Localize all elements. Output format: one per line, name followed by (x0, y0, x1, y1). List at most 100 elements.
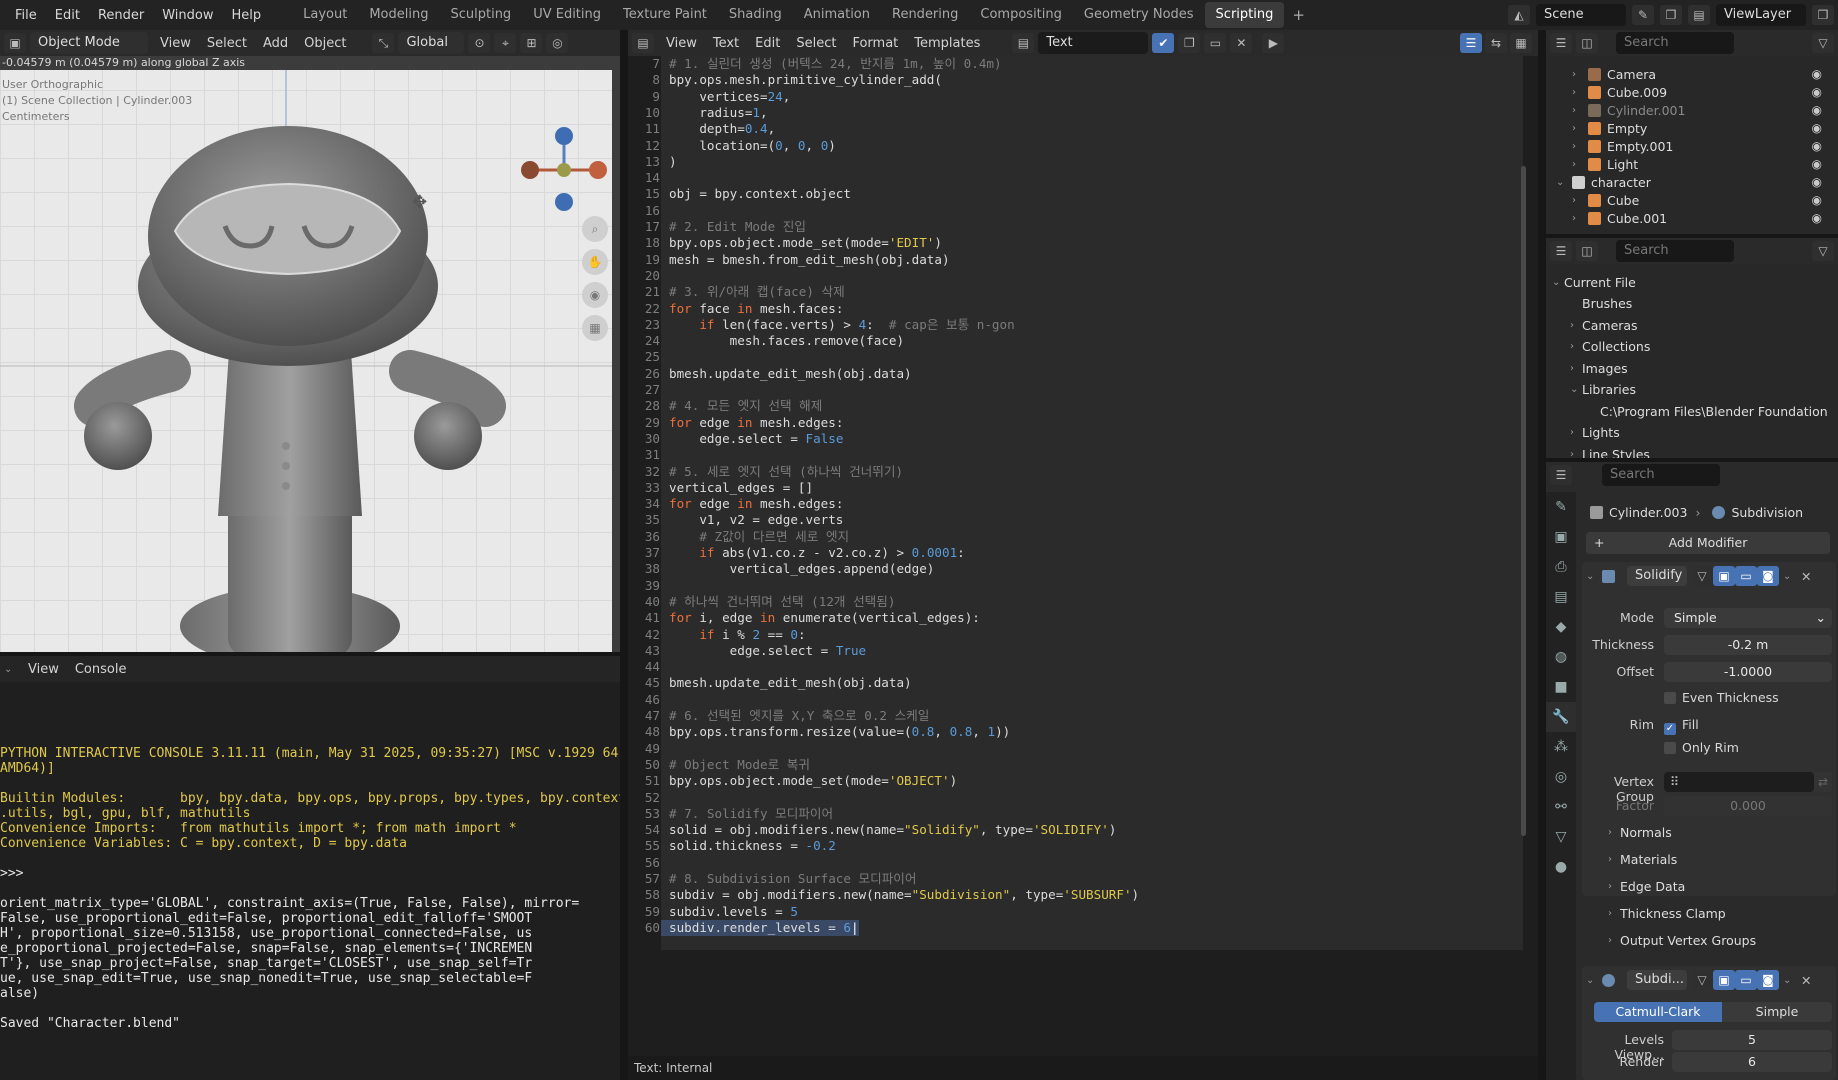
eye-icon[interactable]: ◉ (1812, 193, 1822, 207)
viewport-toggle-icon[interactable]: ▭ (1735, 566, 1757, 586)
render-toggle-icon[interactable]: ◙ (1757, 566, 1779, 586)
tab-shading[interactable]: Shading (718, 2, 793, 28)
material-tab-icon[interactable]: ● (1546, 852, 1576, 882)
blend-file-item[interactable]: › Line Styles (1570, 444, 1650, 459)
blend-file-item[interactable]: › Images (1570, 358, 1628, 378)
open-text-icon[interactable]: ▭ (1204, 33, 1227, 53)
cage-toggle-icon[interactable]: ▣ (1713, 566, 1735, 586)
zoom-icon[interactable]: ⌕ (582, 216, 608, 242)
editor-type-icon[interactable]: ▤ (632, 33, 654, 53)
blend-file-item[interactable]: › Collections (1570, 337, 1650, 357)
run-script-icon[interactable]: ▶ (1262, 33, 1285, 53)
data-tab-icon[interactable]: ▽ (1546, 822, 1576, 852)
solidify-name-field[interactable]: Solidify (1627, 566, 1687, 586)
properties-search[interactable]: Search (1602, 464, 1720, 486)
object-tab-icon[interactable]: ■ (1546, 672, 1576, 702)
chevron-down-icon[interactable]: ⌄ (1556, 177, 1568, 188)
navigation-gizmo[interactable] (510, 116, 610, 216)
viewport-menu-view[interactable]: View (152, 36, 199, 51)
tab-geometry-nodes[interactable]: Geometry Nodes (1073, 2, 1205, 28)
console-menu-console[interactable]: Console (67, 662, 135, 677)
even-thickness-checkbox[interactable]: Even Thickness (1664, 690, 1779, 705)
word-wrap-icon[interactable]: ⇆ (1485, 33, 1507, 53)
output-tab-icon[interactable]: ⎙ (1546, 552, 1576, 582)
offset-field[interactable]: -1.0000 (1664, 662, 1832, 682)
menu-help[interactable]: Help (223, 8, 271, 23)
thickness-field[interactable]: -0.2 m (1664, 635, 1832, 655)
display-mode-icon[interactable]: ◫ (1576, 241, 1598, 261)
editor-type-icon[interactable]: ▣ (4, 33, 26, 53)
subdivision-header[interactable]: ⌄ Subdi... ▽ ▣ ▭ ◙ ⌄ ✕ (1586, 970, 1832, 990)
particles-tab-icon[interactable]: ⁂ (1546, 732, 1576, 762)
add-modifier-button[interactable]: + Add Modifier (1586, 532, 1830, 554)
text-menu-format[interactable]: Format (844, 36, 906, 51)
view-layer-icon[interactable]: ▤ (1688, 5, 1710, 25)
chevron-right-icon[interactable]: › (1608, 908, 1620, 919)
menu-render[interactable]: Render (89, 8, 153, 23)
subpanel-normals[interactable]: › Normals (1608, 822, 1672, 842)
eye-icon[interactable]: ◉ (1812, 67, 1822, 81)
scene-field[interactable]: Scene (1536, 4, 1626, 26)
add-workspace-icon[interactable]: + (1284, 6, 1313, 24)
text-menu-edit[interactable]: Edit (747, 36, 788, 51)
mode-select[interactable]: Simple ⌄ (1664, 608, 1832, 628)
chevron-down-icon[interactable]: ⌄ (1570, 384, 1582, 395)
code-area[interactable]: 7 # 1. 실린더 생성 (버텍스 24, 반지름 1m, 높이 0.4m) 8 b… (628, 56, 1538, 1056)
chevron-right-icon[interactable]: › (1608, 935, 1620, 946)
levels-viewport-field[interactable]: 5 (1672, 1030, 1832, 1050)
filter-icon[interactable]: ▽ (1812, 33, 1834, 53)
eye-icon[interactable]: ◉ (1812, 121, 1822, 135)
view-layer-tab-icon[interactable]: ▤ (1546, 582, 1576, 612)
tab-texture-paint[interactable]: Texture Paint (612, 2, 718, 28)
outliner-search[interactable]: Search (1616, 32, 1734, 54)
chevron-right-icon[interactable]: › (1572, 141, 1584, 152)
transform-orientation-icon[interactable]: ⤡ (372, 33, 395, 53)
subdivision-name-field[interactable]: Subdi... (1627, 970, 1687, 990)
chevron-right-icon[interactable]: › (1572, 213, 1584, 224)
tool-tab-icon[interactable]: ✎ (1546, 492, 1576, 522)
chevron-right-icon[interactable]: › (1572, 159, 1584, 170)
menu-window[interactable]: Window (153, 8, 222, 23)
render-levels-field[interactable]: 6 (1672, 1052, 1832, 1072)
snap-icon[interactable]: ⌖ (494, 33, 517, 53)
eye-icon[interactable]: ◉ (1812, 139, 1822, 153)
area-divider[interactable] (1538, 30, 1546, 1080)
render-tab-icon[interactable]: ▣ (1546, 522, 1576, 552)
pivot-icon[interactable]: ⊙ (468, 33, 491, 53)
edit-mode-toggle-icon[interactable]: ▽ (1691, 970, 1713, 990)
filter-icon[interactable]: ▽ (1812, 241, 1834, 261)
code-scrollbar[interactable] (1521, 166, 1526, 836)
tab-uv-editing[interactable]: UV Editing (522, 2, 612, 28)
vertex-group-field[interactable]: ⠿ (1664, 772, 1814, 792)
pin-icon[interactable]: ✎ (1632, 5, 1654, 25)
cage-toggle-icon[interactable]: ▣ (1713, 970, 1735, 990)
text-datablock-icon[interactable]: ▤ (1012, 33, 1035, 53)
constraints-tab-icon[interactable]: ⚯ (1546, 792, 1576, 822)
world-tab-icon[interactable]: ◍ (1546, 642, 1576, 672)
editor-type-icon[interactable]: ☰ (1550, 33, 1572, 53)
tab-compositing[interactable]: Compositing (969, 2, 1073, 28)
snap-settings-icon[interactable]: ⊞ (520, 33, 543, 53)
console-menu-view[interactable]: View (20, 662, 67, 677)
chevron-down-icon[interactable]: ⌄ (1586, 571, 1598, 582)
simple-button[interactable]: Simple (1722, 1002, 1832, 1022)
proportional-edit-icon[interactable]: ◎ (546, 33, 569, 53)
physics-tab-icon[interactable]: ◎ (1546, 762, 1576, 792)
outliner-item[interactable]: › Empty.001 ◉ (1572, 136, 1828, 156)
viewport-toggle-icon[interactable]: ▭ (1735, 970, 1757, 990)
menu-file[interactable]: File (6, 8, 46, 23)
outliner-item[interactable]: › Cube ◉ (1572, 190, 1828, 210)
text-menu-templates[interactable]: Templates (906, 36, 988, 51)
text-name-field[interactable]: Text (1038, 32, 1149, 54)
blend-file-search[interactable]: Search (1616, 240, 1734, 262)
tab-rendering[interactable]: Rendering (881, 2, 969, 28)
blend-file-item[interactable]: Brushes (1570, 294, 1632, 314)
camera-view-icon[interactable]: ◉ (582, 282, 608, 308)
tab-scripting[interactable]: Scripting (1204, 2, 1285, 28)
tab-modeling[interactable]: Modeling (358, 2, 439, 28)
solidify-header[interactable]: ⌄ Solidify ▽ ▣ ▭ ◙ ⌄ ✕ (1586, 566, 1832, 586)
viewport-menu-object[interactable]: Object (296, 36, 354, 51)
scene-icon[interactable]: ◭ (1508, 5, 1530, 25)
tab-animation[interactable]: Animation (793, 2, 881, 28)
outliner-item[interactable]: › Empty ◉ (1572, 118, 1828, 138)
